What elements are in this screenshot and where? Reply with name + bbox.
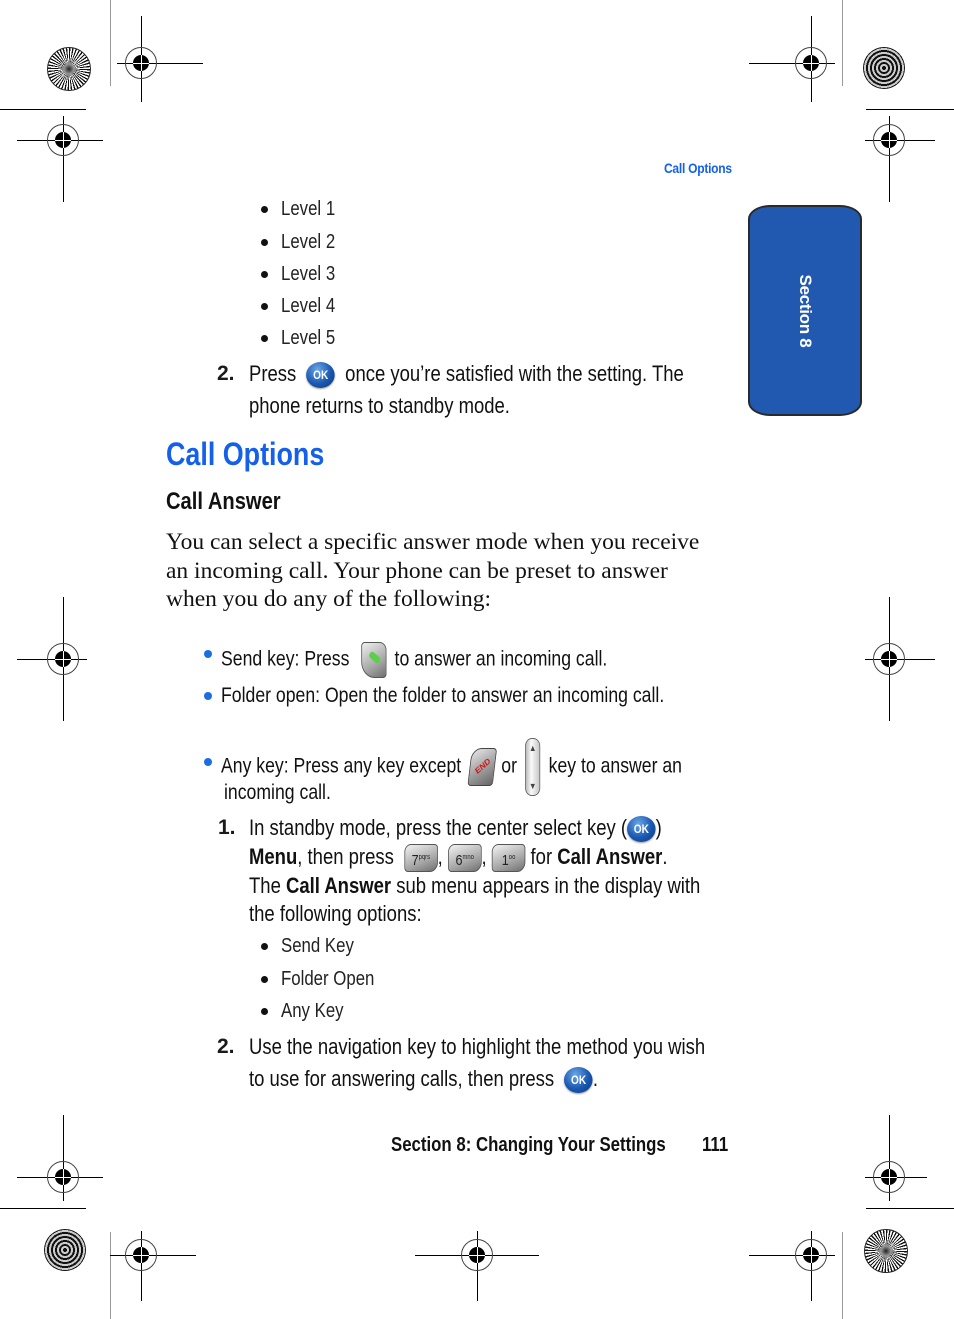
key-1-icon: 1oo — [491, 844, 526, 873]
paragraph-line: an incoming call. Your phone can be pres… — [166, 557, 668, 584]
step-text: Press — [249, 361, 297, 386]
list-item: Level 4 — [261, 295, 346, 318]
list-item: Folder Open — [261, 968, 392, 991]
list-item: Level 2 — [261, 231, 346, 254]
list-item: Level 5 — [261, 327, 346, 350]
list-item: Level 3 — [261, 263, 346, 286]
page-number: 111 — [702, 1134, 729, 1156]
mode-text: Send key: Press — [221, 647, 350, 671]
mode-text: key to answer an — [548, 754, 682, 778]
paragraph-line: when you do any of the following: — [166, 586, 492, 612]
bullet-icon — [261, 303, 268, 310]
step-line: Use the navigation key to highlight the … — [249, 1034, 706, 1059]
step-line: phone returns to standby mode. — [249, 393, 510, 418]
step-number: 1. — [218, 816, 236, 839]
step-text: once you’re satisfied with the setting. … — [345, 361, 684, 386]
trim-line — [0, 1208, 86, 1209]
step-text: sub menu appears in the display with — [396, 873, 701, 898]
moire-mark-icon — [863, 47, 905, 89]
key-6-icon: 6mno — [447, 844, 482, 873]
step-text: , then press — [297, 844, 394, 869]
list-item: Send Key — [261, 935, 368, 958]
trim-line — [842, 0, 843, 86]
mode-text: Any key: Press any key except — [221, 754, 462, 778]
step-line: to use for answering calls, then press O… — [249, 1066, 664, 1094]
trim-line — [110, 0, 111, 86]
page-footer: Section 8: Changing Your Settings — [391, 1134, 666, 1156]
bullet-icon — [261, 1008, 268, 1015]
step-text: ) — [655, 815, 662, 840]
section-heading: Call Options — [166, 436, 325, 472]
step-line: The Call Answer sub menu appears in the … — [249, 873, 786, 899]
step-text: The — [249, 873, 281, 898]
step-line: the following options: — [249, 901, 422, 926]
ok-key-icon: OK — [627, 816, 656, 843]
bullet-icon — [261, 335, 268, 342]
key-7-icon: 7pqrs — [404, 844, 438, 873]
step-line: Menu, then press 7pqrs, 6mno, 1oo for Ca… — [249, 844, 747, 873]
bullet-icon — [261, 271, 268, 278]
bullet-icon — [261, 976, 268, 983]
step-text: In standby mode, press the center select… — [249, 815, 628, 840]
answer-mode-folder-open: Folder open: Open the folder to answer a… — [204, 684, 749, 708]
end-key-icon: END — [467, 748, 497, 786]
answer-mode-any-key-line2: incoming call. — [224, 781, 331, 804]
step-number: 2. — [217, 362, 235, 385]
answer-mode-send-key: Send key: Press to answer an incoming ca… — [204, 642, 681, 678]
navigation-key-icon: ▲ ▼ — [525, 738, 541, 796]
bullet-icon — [261, 239, 268, 246]
menu-label: Menu — [249, 844, 298, 869]
step-number: 2. — [217, 1035, 235, 1058]
bullet-icon — [204, 692, 212, 700]
call-answer-label: Call Answer — [557, 844, 663, 869]
trim-line — [842, 1232, 843, 1319]
trim-line — [866, 1208, 954, 1209]
running-head: Call Options — [664, 160, 732, 176]
ok-key-icon: OK — [564, 1067, 593, 1094]
ok-key-icon: OK — [306, 362, 335, 389]
step-text: for — [530, 844, 553, 869]
starburst-mark-icon — [864, 1229, 908, 1273]
moire-mark-icon — [44, 1229, 86, 1271]
list-item: Level 1 — [261, 198, 346, 221]
subsection-heading: Call Answer — [166, 488, 281, 515]
bullet-icon — [204, 758, 212, 766]
step-line: Press OK once you’re satisfied with the … — [249, 361, 767, 389]
starburst-mark-icon — [47, 47, 91, 91]
trim-line — [0, 109, 86, 110]
step-text: to use for answering calls, then press — [249, 1066, 555, 1091]
trim-line — [866, 109, 954, 110]
trim-line — [110, 1232, 111, 1319]
mode-text: to answer an incoming call. — [394, 647, 608, 671]
paragraph-line: You can select a specific answer mode wh… — [166, 529, 700, 555]
bullet-icon — [204, 650, 212, 658]
bullet-icon — [261, 206, 268, 213]
step-line: In standby mode, press the center select… — [249, 815, 740, 843]
call-answer-label: Call Answer — [285, 873, 392, 898]
mode-text: or — [501, 754, 517, 778]
section-tab-label: Section 8 — [796, 274, 815, 347]
intro-paragraph: You can select a specific answer mode wh… — [166, 528, 746, 614]
list-item: Any Key — [261, 1000, 355, 1023]
send-key-icon — [361, 642, 387, 678]
bullet-icon — [261, 943, 268, 950]
